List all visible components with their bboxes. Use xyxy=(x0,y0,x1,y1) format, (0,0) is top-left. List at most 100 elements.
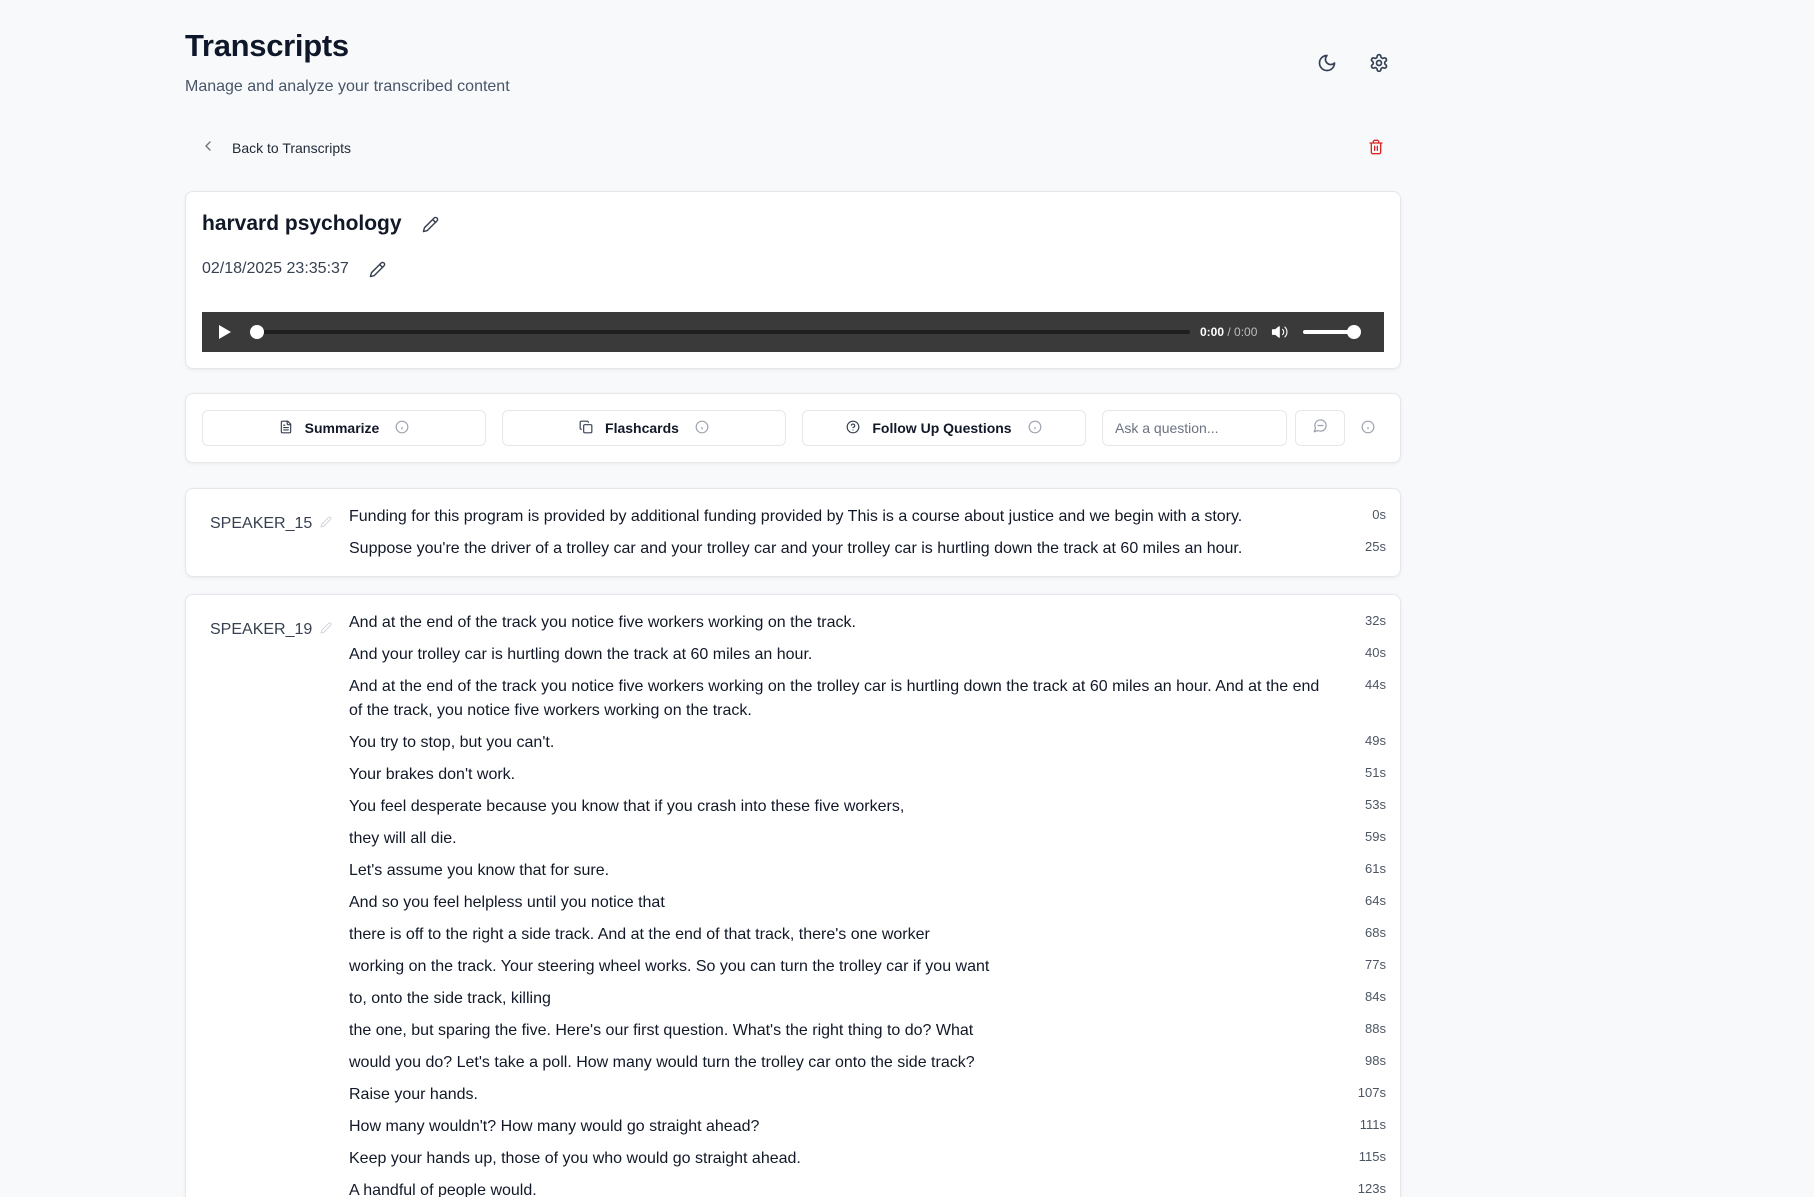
time-display: 0:00 / 0:00 xyxy=(1200,325,1257,339)
line-text: How many wouldn't? How many would go str… xyxy=(349,1118,760,1135)
line-text: Keep your hands up, those of you who wou… xyxy=(349,1150,801,1167)
page-subtitle: Manage and analyze your transcribed cont… xyxy=(185,78,510,95)
transcript-line: Funding for this program is provided by … xyxy=(349,505,1386,529)
line-timestamp[interactable]: 64s xyxy=(1365,891,1386,911)
transcript-line: Raise your hands. 107s xyxy=(349,1083,1386,1107)
line-timestamp[interactable]: 68s xyxy=(1365,923,1386,943)
line-text: Funding for this program is provided by … xyxy=(349,508,1243,525)
chevron-left-icon xyxy=(200,138,216,157)
segment-lines: And at the end of the track you notice f… xyxy=(349,611,1386,1197)
transcript-info-card: harvard psychology 02/18/2025 23:35:37 0… xyxy=(185,191,1401,369)
transcript-line: And at the end of the track you notice f… xyxy=(349,611,1386,635)
transcript-line: Keep your hands up, those of you who wou… xyxy=(349,1147,1386,1171)
volume-icon[interactable] xyxy=(1271,322,1291,342)
transcript-line: How many wouldn't? How many would go str… xyxy=(349,1115,1386,1139)
line-timestamp[interactable]: 123s xyxy=(1358,1179,1386,1197)
line-text: You try to stop, but you can't. xyxy=(349,734,555,751)
seek-bar[interactable] xyxy=(250,325,1190,339)
file-text-icon xyxy=(279,420,293,437)
line-text: Let's assume you know that for sure. xyxy=(349,862,610,879)
info-icon[interactable] xyxy=(1028,420,1042,437)
info-icon[interactable] xyxy=(695,420,709,437)
transcript-line: Suppose you're the driver of a trolley c… xyxy=(349,537,1386,561)
help-circle-icon xyxy=(846,420,860,437)
line-text: the one, but sparing the five. Here's ou… xyxy=(349,1022,974,1039)
transcript-line: And your trolley car is hurtling down th… xyxy=(349,643,1386,667)
line-timestamp[interactable]: 107s xyxy=(1358,1083,1386,1103)
summarize-label: Summarize xyxy=(304,420,380,436)
line-timestamp[interactable]: 111s xyxy=(1360,1115,1386,1135)
transcript-line: they will all die. 59s xyxy=(349,827,1386,851)
date-row: 02/18/2025 23:35:37 xyxy=(202,260,386,278)
transcript-line: there is off to the right a side track. … xyxy=(349,923,1386,947)
ask-submit-button[interactable] xyxy=(1295,410,1345,446)
segment-lines: Funding for this program is provided by … xyxy=(349,505,1386,569)
line-text: would you do? Let's take a poll. How man… xyxy=(349,1054,975,1071)
transcript-line: the one, but sparing the five. Here's ou… xyxy=(349,1019,1386,1043)
line-text: working on the track. Your steering whee… xyxy=(349,958,990,975)
follow-up-questions-button[interactable]: Follow Up Questions xyxy=(802,410,1086,446)
line-text: Suppose you're the driver of a trolley c… xyxy=(349,540,1243,557)
line-text: Your brakes don't work. xyxy=(349,766,516,783)
speaker-label: SPEAKER_19 xyxy=(210,621,332,639)
transcript-line: would you do? Let's take a poll. How man… xyxy=(349,1051,1386,1075)
volume-thumb[interactable] xyxy=(1347,325,1362,339)
speaker-segment: SPEAKER_19 And at the end of the track y… xyxy=(185,594,1401,1197)
back-label: Back to Transcripts xyxy=(232,139,352,156)
line-timestamp[interactable]: 53s xyxy=(1365,795,1386,815)
line-timestamp[interactable]: 61s xyxy=(1365,859,1386,879)
line-timestamp[interactable]: 40s xyxy=(1365,643,1386,663)
line-timestamp[interactable]: 59s xyxy=(1365,827,1386,847)
summarize-button[interactable]: Summarize xyxy=(202,410,486,446)
line-text: And so you feel helpless until you notic… xyxy=(349,894,665,911)
line-text: Raise your hands. xyxy=(349,1086,478,1103)
page-title: Transcripts xyxy=(185,28,349,63)
edit-date-pencil-icon[interactable] xyxy=(369,261,386,278)
info-icon[interactable] xyxy=(395,420,409,437)
line-timestamp[interactable]: 115s xyxy=(1359,1147,1386,1167)
transcript-line: Let's assume you know that for sure. 61s xyxy=(349,859,1386,883)
line-timestamp[interactable]: 49s xyxy=(1365,731,1386,751)
line-timestamp[interactable]: 88s xyxy=(1365,1019,1386,1039)
speaker-label: SPEAKER_15 xyxy=(210,515,332,533)
back-to-transcripts-link[interactable]: Back to Transcripts xyxy=(200,138,351,157)
volume-slider[interactable] xyxy=(1303,325,1362,339)
line-timestamp[interactable]: 51s xyxy=(1365,763,1386,783)
line-timestamp[interactable]: 98s xyxy=(1365,1051,1386,1071)
time-separator: / xyxy=(1224,325,1235,339)
transcript-line: You feel desperate because you know that… xyxy=(349,795,1386,819)
duration-time: 0:00 xyxy=(1234,325,1258,339)
speaker-name: SPEAKER_19 xyxy=(210,621,313,638)
transcript-title: harvard psychology xyxy=(202,212,402,235)
line-timestamp[interactable]: 77s xyxy=(1365,955,1386,975)
transcript-line: And at the end of the track you notice f… xyxy=(349,675,1386,723)
moon-icon[interactable] xyxy=(1316,52,1338,74)
line-timestamp[interactable]: 84s xyxy=(1365,987,1386,1007)
line-timestamp[interactable]: 0s xyxy=(1372,505,1386,525)
speaker-segment: SPEAKER_15 Funding for this program is p… xyxy=(185,488,1401,577)
follow-up-label: Follow Up Questions xyxy=(872,420,1012,436)
info-icon[interactable] xyxy=(1361,420,1375,439)
edit-speaker-pencil-icon[interactable] xyxy=(320,515,332,533)
title-row: harvard psychology xyxy=(202,212,439,236)
ask-question-input[interactable] xyxy=(1102,410,1287,446)
edit-speaker-pencil-icon[interactable] xyxy=(320,621,332,639)
line-timestamp[interactable]: 44s xyxy=(1365,675,1386,695)
line-timestamp[interactable]: 25s xyxy=(1365,537,1386,557)
audio-player: 0:00 / 0:00 xyxy=(202,312,1384,352)
gear-icon[interactable] xyxy=(1368,52,1390,74)
seek-thumb[interactable] xyxy=(250,325,264,339)
actions-card: Summarize Flashcards Follow Up Questions xyxy=(185,393,1401,463)
copy-icon xyxy=(579,420,593,437)
flashcards-button[interactable]: Flashcards xyxy=(502,410,786,446)
line-text: And at the end of the track you notice f… xyxy=(349,614,856,631)
trash-icon[interactable] xyxy=(1368,139,1384,160)
transcript-line: working on the track. Your steering whee… xyxy=(349,955,1386,979)
line-text: And your trolley car is hurtling down th… xyxy=(349,646,813,663)
flashcards-label: Flashcards xyxy=(605,420,679,436)
transcript-date: 02/18/2025 23:35:37 xyxy=(202,260,349,277)
play-icon[interactable] xyxy=(218,323,236,341)
line-text: they will all die. xyxy=(349,830,457,847)
edit-title-pencil-icon[interactable] xyxy=(422,216,439,233)
line-timestamp[interactable]: 32s xyxy=(1365,611,1386,631)
